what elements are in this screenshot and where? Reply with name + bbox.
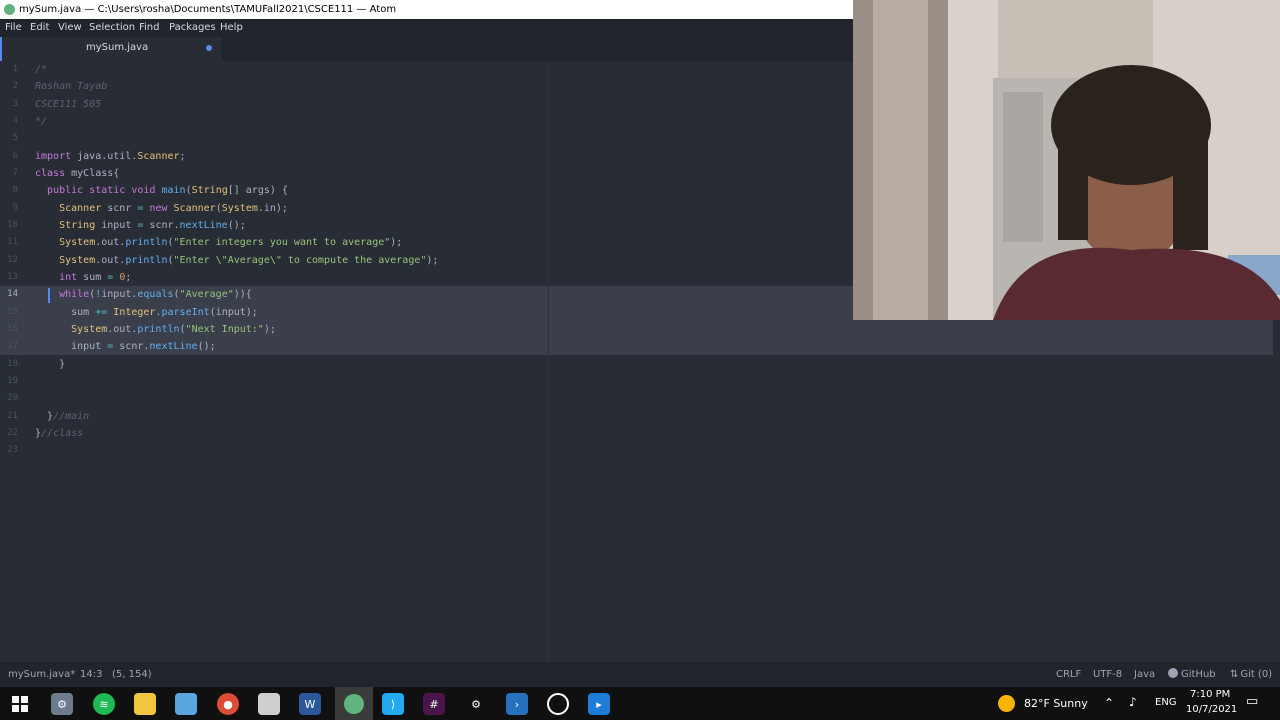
- notification-icon[interactable]: ▭: [1246, 694, 1258, 709]
- windows-taskbar: ⚙ ≋ ● W ⟩ # ⚙ › ▸ 82°F Sunny ⌃ ♪ ENG 7:1…: [0, 687, 1280, 720]
- settings-icon[interactable]: ⚙: [465, 693, 487, 715]
- code-line: */: [35, 116, 48, 127]
- code-line: System.out.println("Next Input:");: [71, 324, 276, 335]
- terminal-icon[interactable]: ▸: [588, 693, 610, 715]
- code-line: while(!input.equals("Average")){: [59, 289, 252, 300]
- line-number: 18: [7, 359, 18, 369]
- vscode-icon[interactable]: ⟩: [382, 693, 404, 715]
- status-github-label: GitHub: [1181, 669, 1216, 680]
- sun-weather-icon: [998, 695, 1015, 712]
- word-icon[interactable]: W: [299, 693, 321, 715]
- line-number: 6: [12, 151, 18, 161]
- speaker-icon[interactable]: ♪: [1129, 695, 1137, 709]
- line-number: 16: [7, 324, 18, 334]
- code-line: class myClass{: [35, 168, 120, 179]
- taskbar-date[interactable]: 10/7/2021: [1186, 704, 1237, 715]
- code-line: String input = scnr.nextLine();: [59, 220, 246, 231]
- chevron-up-icon[interactable]: ⌃: [1104, 696, 1114, 710]
- status-line-ending[interactable]: CRLF: [1056, 662, 1081, 687]
- line-number: 1: [12, 64, 18, 74]
- line-number: 15: [7, 307, 18, 317]
- code-line: /*: [35, 64, 48, 75]
- status-file-name[interactable]: mySum.java*: [8, 662, 75, 687]
- line-number: 23: [7, 445, 18, 455]
- status-git[interactable]: ⇅ Git (0): [1230, 662, 1272, 687]
- file-explorer-icon[interactable]: [134, 693, 156, 715]
- atom-logo: [344, 693, 364, 714]
- code-line: System.out.println("Enter \"Average\" to…: [59, 255, 439, 266]
- tab-mysum-java[interactable]: mySum.java: [0, 37, 222, 61]
- notepad-icon[interactable]: [175, 693, 197, 715]
- code-line: import java.util.Scanner;: [35, 151, 186, 162]
- status-git-label: Git (0): [1240, 669, 1273, 680]
- status-selection-count[interactable]: (5, 154): [112, 662, 152, 687]
- tab-title: mySum.java: [86, 42, 149, 53]
- chrome-icon[interactable]: ●: [217, 693, 239, 715]
- windows-start-icon[interactable]: [9, 693, 31, 715]
- wrap-guide: [548, 61, 549, 662]
- gear-app-icon[interactable]: ⚙: [51, 693, 73, 715]
- spotify-icon[interactable]: ≋: [93, 693, 115, 715]
- code-line: System.out.println("Enter integers you w…: [59, 237, 403, 248]
- code-line: Roshan Tayab: [35, 81, 108, 92]
- menu-packages[interactable]: Packages: [169, 19, 216, 37]
- menu-file[interactable]: File: [5, 19, 22, 37]
- code-line: }: [35, 359, 66, 370]
- status-cursor-position[interactable]: 14:3: [80, 662, 102, 687]
- line-number-active: 14: [7, 289, 18, 299]
- line-number: 7: [12, 168, 18, 178]
- webcam-image: [853, 0, 1280, 320]
- line-number: 5: [12, 133, 18, 143]
- code-line: input = scnr.nextLine();: [35, 341, 216, 352]
- line-number: 11: [7, 237, 18, 247]
- github-desktop-icon[interactable]: [547, 693, 569, 715]
- menu-find[interactable]: Find: [139, 19, 160, 37]
- code-line: public static void main(String[] args) {: [47, 185, 288, 196]
- taskbar-time[interactable]: 7:10 PM: [1190, 689, 1230, 700]
- modified-indicator-icon[interactable]: [206, 45, 212, 51]
- taskbar-language[interactable]: ENG: [1155, 697, 1177, 708]
- menu-edit[interactable]: Edit: [30, 19, 49, 37]
- line-number: 8: [12, 185, 18, 195]
- menu-view[interactable]: View: [58, 19, 82, 37]
- menu-selection[interactable]: Selection: [89, 19, 135, 37]
- line-number: 12: [7, 255, 18, 265]
- window-title: mySum.java — C:\Users\rosha\Documents\TA…: [19, 4, 397, 15]
- line-number: 9: [12, 203, 18, 213]
- menu-help[interactable]: Help: [220, 19, 243, 37]
- slack-icon[interactable]: #: [423, 693, 445, 715]
- line-number: 19: [7, 376, 18, 386]
- line-number: 10: [7, 220, 18, 230]
- git-branch-icon: ⇅: [1230, 669, 1239, 680]
- line-number: 3: [12, 99, 18, 109]
- line-number: 4: [12, 116, 18, 126]
- atom-app-icon: [4, 4, 15, 15]
- text-cursor: [48, 288, 50, 303]
- code-line: }//class: [35, 428, 84, 439]
- github-icon: [1168, 668, 1178, 678]
- code-line: CSCE111 505: [35, 99, 102, 110]
- code-line: }//main: [35, 411, 90, 422]
- webcam-overlay: [853, 0, 1280, 320]
- taskbar-weather[interactable]: 82°F Sunny: [1024, 697, 1088, 710]
- line-number: 21: [7, 411, 18, 421]
- code-line: int sum = 0;: [59, 272, 132, 283]
- code-line: sum += Integer.parseInt(input);: [35, 307, 258, 318]
- line-number: 2: [12, 81, 18, 91]
- powershell-icon[interactable]: ›: [506, 693, 528, 715]
- line-number: 17: [7, 341, 18, 351]
- line-number: 20: [7, 393, 18, 403]
- status-bar: mySum.java* 14:3 (5, 154) CRLF UTF-8 Jav…: [0, 662, 1280, 687]
- folder-icon[interactable]: [258, 693, 280, 715]
- status-encoding[interactable]: UTF-8: [1093, 662, 1122, 687]
- atom-icon[interactable]: [335, 687, 373, 720]
- code-line: Scanner scnr = new Scanner(System.in);: [59, 203, 288, 214]
- status-grammar[interactable]: Java: [1134, 662, 1155, 687]
- status-github[interactable]: GitHub: [1168, 662, 1216, 687]
- line-number: 13: [7, 272, 18, 282]
- line-number: 22: [7, 428, 18, 438]
